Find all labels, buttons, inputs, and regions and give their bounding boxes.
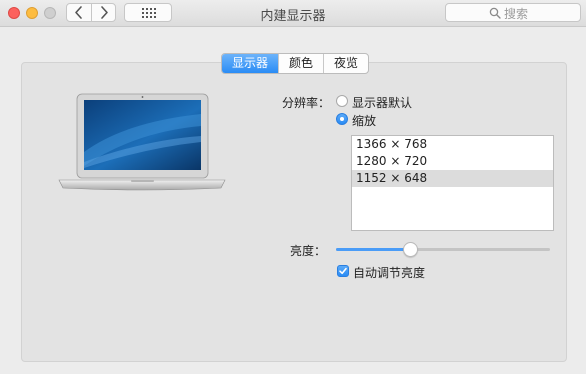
display-preferences-window: 内建显示器 搜索 显示器 颜色 夜览 分辨率： 显示器默认 缩放 1366 × …: [0, 0, 586, 374]
auto-brightness-label[interactable]: 自动调节亮度: [353, 264, 425, 281]
tab-color[interactable]: 颜色: [278, 54, 323, 73]
tab-bar: 显示器 颜色 夜览: [221, 53, 370, 74]
list-item[interactable]: 1152 × 648: [352, 170, 553, 187]
resolution-label: 分辨率：: [282, 96, 331, 110]
brightness-label: 亮度：: [290, 244, 327, 258]
brightness-slider[interactable]: [336, 248, 550, 251]
checkmark-icon: [339, 267, 347, 275]
search-icon: [489, 7, 501, 19]
title-bar: 内建显示器 搜索: [0, 0, 586, 27]
brightness-slider-fill: [336, 248, 411, 251]
search-placeholder: 搜索: [504, 7, 529, 21]
default-radio-label[interactable]: 显示器默认: [352, 94, 412, 111]
resolution-list[interactable]: 1366 × 768 1280 × 720 1152 × 648: [351, 135, 554, 231]
list-item[interactable]: 1366 × 768: [352, 136, 553, 153]
search-field[interactable]: 搜索: [445, 3, 581, 22]
scaled-radio[interactable]: [336, 113, 348, 125]
auto-brightness-checkbox[interactable]: [337, 265, 349, 277]
default-radio[interactable]: [336, 95, 348, 107]
scaled-radio-label[interactable]: 缩放: [352, 112, 376, 129]
tab-display[interactable]: 显示器: [222, 54, 279, 73]
tab-night-shift[interactable]: 夜览: [323, 54, 368, 73]
list-item[interactable]: 1280 × 720: [352, 153, 553, 170]
laptop-image: [58, 93, 226, 191]
